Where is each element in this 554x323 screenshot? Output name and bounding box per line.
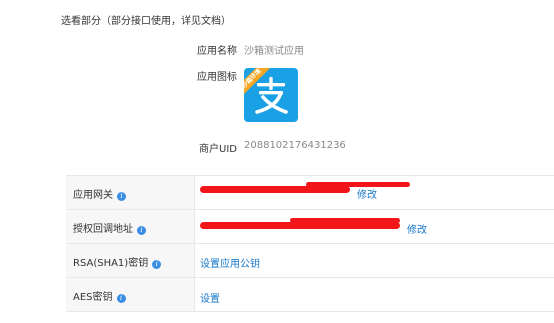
- settings-row-label: 应用网关 i: [73, 186, 126, 201]
- gateway-label: 应用网关: [73, 190, 113, 201]
- alipay-sandbox-config-page: 选看部分（部分接口使用，详见文档） 应用名称 沙箱测试应用 应用图标 沙箱环境 …: [0, 0, 554, 323]
- settings-label-cell: 应用网关 i: [66, 176, 195, 209]
- alipay-icon: 沙箱环境: [244, 68, 298, 122]
- settings-row-label: AES密钥 i: [73, 288, 126, 303]
- set-aes-key-link[interactable]: 设置: [200, 290, 220, 305]
- settings-row-callback: 授权回调地址 i 修改: [66, 210, 554, 244]
- settings-label-cell: AES密钥 i: [66, 278, 195, 311]
- settings-row-label: RSA(SHA1)密钥 i: [73, 254, 162, 269]
- redacted-value: [200, 222, 400, 229]
- merchant-uid-value: 2088102176431236: [244, 140, 346, 151]
- rsa-key-label: RSA(SHA1)密钥: [73, 258, 149, 269]
- callback-url-label: 授权回调地址: [73, 224, 133, 235]
- app-name-value: 沙箱测试应用: [244, 46, 304, 57]
- info-circle-icon[interactable]: i: [152, 260, 162, 269]
- settings-table: 应用网关 i 修改 授权回调地址 i 修改 RSA(SHA1)密钥 i 设置应用公钥 …: [66, 175, 554, 316]
- edit-gateway-link[interactable]: 修改: [357, 186, 377, 201]
- redacted-value: [200, 186, 350, 193]
- aes-key-label: AES密钥: [73, 292, 113, 303]
- set-app-public-key-link[interactable]: 设置应用公钥: [200, 255, 260, 270]
- settings-label-cell: 授权回调地址 i: [66, 210, 195, 243]
- redacted-value: [290, 218, 400, 223]
- merchant-uid-label: 商户UID: [199, 144, 237, 155]
- settings-row-gateway: 应用网关 i 修改: [66, 176, 554, 210]
- app-icon-label: 应用图标: [197, 72, 237, 83]
- info-circle-icon[interactable]: i: [117, 192, 126, 201]
- app-name-label: 应用名称: [197, 46, 237, 57]
- info-circle-icon[interactable]: i: [137, 226, 146, 235]
- info-circle-icon[interactable]: i: [116, 294, 126, 303]
- settings-label-cell: RSA(SHA1)密钥 i: [66, 244, 195, 277]
- settings-row-label: 授权回调地址 i: [73, 220, 146, 235]
- settings-row-aes: AES密钥 i 设置: [66, 278, 554, 312]
- edit-callback-link[interactable]: 修改: [407, 221, 427, 236]
- section-title: 选看部分（部分接口使用，详见文档）: [61, 16, 231, 27]
- settings-row-rsa: RSA(SHA1)密钥 i 设置应用公钥: [66, 244, 554, 278]
